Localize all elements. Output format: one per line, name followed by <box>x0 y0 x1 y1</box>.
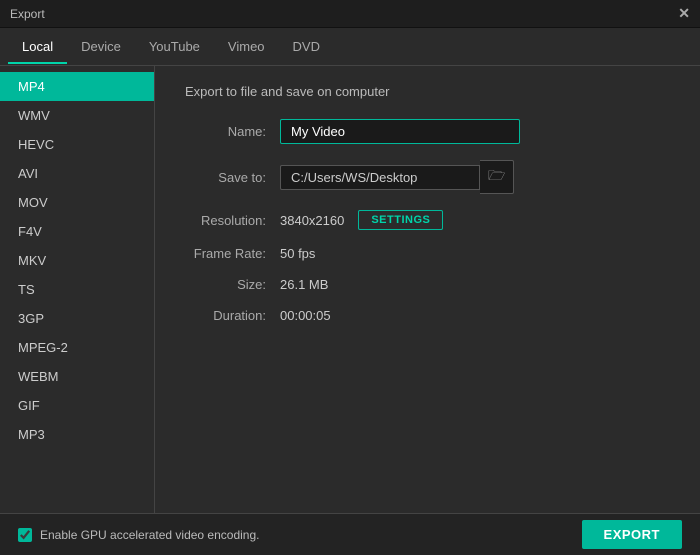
size-label: Size: <box>185 277 280 292</box>
export-button[interactable]: EXPORT <box>582 520 682 549</box>
sidebar-item-mp3[interactable]: MP3 <box>0 420 154 449</box>
save-to-input[interactable] <box>280 165 480 190</box>
sidebar-item-mp4[interactable]: MP4 <box>0 72 154 101</box>
close-button[interactable]: ✕ <box>678 5 690 22</box>
sidebar-item-3gp[interactable]: 3GP <box>0 304 154 333</box>
tab-youtube[interactable]: YouTube <box>135 31 214 62</box>
sidebar-item-ts[interactable]: TS <box>0 275 154 304</box>
duration-value: 00:00:05 <box>280 308 331 323</box>
resolution-row: Resolution: 3840x2160 SETTINGS <box>185 210 670 230</box>
frame-rate-label: Frame Rate: <box>185 246 280 261</box>
sidebar-item-wmv[interactable]: WMV <box>0 101 154 130</box>
title-bar: Export ✕ <box>0 0 700 28</box>
folder-icon: 🗁 <box>488 167 505 183</box>
save-to-field: 🗁 <box>280 160 514 194</box>
tab-local[interactable]: Local <box>8 31 67 64</box>
frame-rate-row: Frame Rate: 50 fps <box>185 246 670 261</box>
name-row: Name: <box>185 119 670 144</box>
resolution-field: 3840x2160 SETTINGS <box>280 210 443 230</box>
sidebar-item-webm[interactable]: WEBM <box>0 362 154 391</box>
sidebar-item-gif[interactable]: GIF <box>0 391 154 420</box>
size-value: 26.1 MB <box>280 277 328 292</box>
resolution-value: 3840x2160 <box>280 213 344 228</box>
sidebar: MP4 WMV HEVC AVI MOV F4V MKV TS 3GP MPEG… <box>0 66 155 513</box>
tab-vimeo[interactable]: Vimeo <box>214 31 279 62</box>
sidebar-item-hevc[interactable]: HEVC <box>0 130 154 159</box>
settings-button[interactable]: SETTINGS <box>358 210 443 230</box>
title-bar-title: Export <box>10 7 45 21</box>
content-heading: Export to file and save on computer <box>185 84 670 99</box>
gpu-checkbox-row: Enable GPU accelerated video encoding. <box>18 528 259 542</box>
sidebar-item-mov[interactable]: MOV <box>0 188 154 217</box>
save-to-row: Save to: 🗁 <box>185 160 670 194</box>
main-area: MP4 WMV HEVC AVI MOV F4V MKV TS 3GP MPEG… <box>0 66 700 513</box>
frame-rate-value: 50 fps <box>280 246 315 261</box>
content-area: Export to file and save on computer Name… <box>155 66 700 513</box>
save-to-label: Save to: <box>185 170 280 185</box>
sidebar-item-mkv[interactable]: MKV <box>0 246 154 275</box>
folder-browse-button[interactable]: 🗁 <box>480 160 514 194</box>
name-label: Name: <box>185 124 280 139</box>
tab-device[interactable]: Device <box>67 31 135 62</box>
sidebar-item-avi[interactable]: AVI <box>0 159 154 188</box>
name-input[interactable] <box>280 119 520 144</box>
sidebar-item-f4v[interactable]: F4V <box>0 217 154 246</box>
size-row: Size: 26.1 MB <box>185 277 670 292</box>
gpu-checkbox-label: Enable GPU accelerated video encoding. <box>40 528 259 542</box>
bottom-bar: Enable GPU accelerated video encoding. E… <box>0 513 700 555</box>
gpu-checkbox[interactable] <box>18 528 32 542</box>
resolution-label: Resolution: <box>185 213 280 228</box>
duration-row: Duration: 00:00:05 <box>185 308 670 323</box>
duration-label: Duration: <box>185 308 280 323</box>
sidebar-item-mpeg2[interactable]: MPEG-2 <box>0 333 154 362</box>
tab-dvd[interactable]: DVD <box>279 31 334 62</box>
tab-bar: Local Device YouTube Vimeo DVD <box>0 28 700 66</box>
